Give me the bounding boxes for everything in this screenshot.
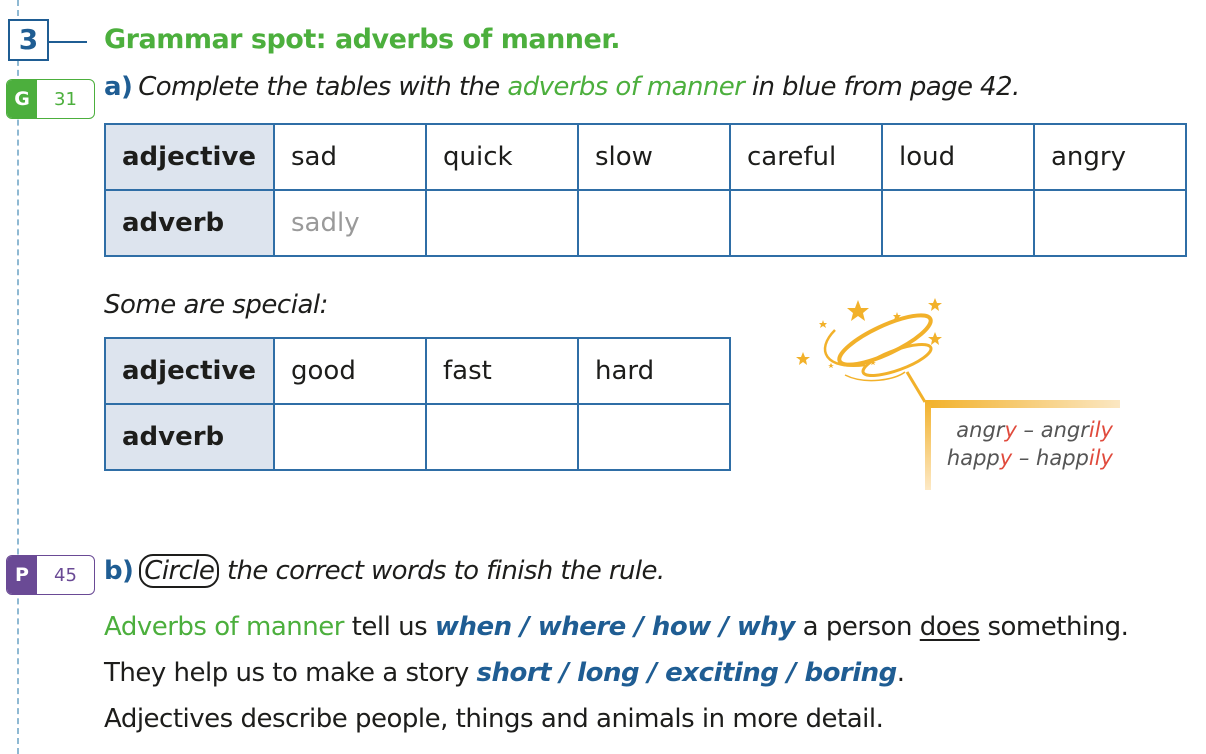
adjective-cell: loud bbox=[881, 123, 1035, 191]
spelling-rule-line: angry – angrily bbox=[935, 416, 1113, 444]
grammar-reference-badge: G 31 bbox=[6, 79, 95, 119]
table-row-adjective: adjective sad quick slow careful loud an… bbox=[104, 123, 1187, 191]
part-a-label: a) bbox=[104, 72, 133, 102]
frame-left bbox=[925, 400, 931, 490]
adjective-cell: sad bbox=[273, 123, 427, 191]
rule-ending: y bbox=[1004, 418, 1017, 442]
adverb-answer-cell[interactable] bbox=[729, 189, 883, 257]
adverb-answer-cell[interactable] bbox=[577, 189, 731, 257]
part-a-instruction: a) Complete the tables with the adverbs o… bbox=[104, 72, 1020, 102]
row-header-adjective: adjective bbox=[104, 123, 275, 191]
row-header-adjective: adjective bbox=[104, 337, 275, 405]
adjective-cell: hard bbox=[577, 337, 731, 405]
practice-badge-page: 45 bbox=[54, 564, 77, 586]
spelling-rule-line: happy – happily bbox=[935, 444, 1113, 472]
grammar-badge-letter: G bbox=[7, 80, 37, 118]
adverb-answer-cell[interactable] bbox=[1033, 189, 1187, 257]
frame-top bbox=[925, 400, 1120, 408]
rule-paragraph: Adverbs of manner tell us when / where /… bbox=[104, 604, 1194, 742]
table-row-adverb: adverb bbox=[104, 403, 731, 471]
underlined-word: does bbox=[919, 612, 980, 642]
adverb-answer-cell[interactable] bbox=[577, 403, 731, 471]
adverb-answer-cell[interactable]: sadly bbox=[273, 189, 427, 257]
choice-options-1[interactable]: when / where / how / why bbox=[435, 612, 795, 642]
part-b-label: b) bbox=[104, 556, 134, 586]
adjective-cell: quick bbox=[425, 123, 579, 191]
adjective-cell: good bbox=[273, 337, 427, 405]
rule-ending: ily bbox=[1088, 418, 1113, 442]
wand-icon bbox=[905, 371, 927, 403]
adjective-cell: fast bbox=[425, 337, 579, 405]
row-header-adverb: adverb bbox=[104, 189, 275, 257]
part-b-instruction: b) Circle the correct words to finish the… bbox=[104, 554, 665, 588]
rule-dash: – bbox=[1016, 418, 1041, 442]
instruction-text: the correct words to finish the rule. bbox=[219, 556, 665, 586]
exercise-title: Grammar spot: adverbs of manner. bbox=[104, 24, 621, 55]
adverb-table-special: adjective good fast hard adverb bbox=[104, 337, 731, 471]
paragraph-text: Adjectives describe people, things and a… bbox=[104, 704, 884, 734]
adverb-answer-cell[interactable] bbox=[881, 189, 1035, 257]
exercise-number: 3 bbox=[8, 19, 49, 61]
table-row-adverb: adverb sadly bbox=[104, 189, 1187, 257]
exercise-number-connector bbox=[49, 41, 87, 43]
rule-word: happ bbox=[946, 446, 1000, 470]
paragraph-text: a person bbox=[794, 612, 920, 642]
practice-reference-badge: P 45 bbox=[6, 555, 95, 595]
paragraph-text: tell us bbox=[343, 612, 435, 642]
rule-word: happ bbox=[1036, 446, 1089, 470]
swirl-icon bbox=[823, 313, 933, 382]
spelling-rule-box: angry – angrily happy – happily bbox=[935, 416, 1113, 472]
adverb-table-regular: adjective sad quick slow careful loud an… bbox=[104, 123, 1187, 257]
adverb-answer-cell[interactable] bbox=[425, 403, 579, 471]
adverb-answer-cell[interactable] bbox=[273, 403, 427, 471]
special-label: Some are special: bbox=[104, 290, 328, 320]
row-header-adverb: adverb bbox=[104, 403, 275, 471]
paragraph-text: . bbox=[896, 658, 905, 688]
practice-badge-letter: P bbox=[7, 556, 37, 594]
rule-word: angr bbox=[956, 418, 1005, 442]
rule-dash: – bbox=[1012, 446, 1037, 470]
instruction-text-end: in blue from page 42. bbox=[744, 72, 1020, 102]
table-row-adjective: adjective good fast hard bbox=[104, 337, 731, 405]
instruction-text: Complete the tables with the bbox=[138, 72, 508, 102]
instruction-highlight: adverbs of manner bbox=[507, 72, 745, 102]
grammar-badge-page: 31 bbox=[54, 88, 77, 110]
adjective-cell: careful bbox=[729, 123, 883, 191]
choice-options-2[interactable]: short / long / exciting / boring bbox=[476, 658, 897, 688]
adverb-answer-cell[interactable] bbox=[425, 189, 579, 257]
rule-ending: y bbox=[999, 446, 1013, 470]
adjective-cell: angry bbox=[1033, 123, 1187, 191]
rule-word: angr bbox=[1040, 418, 1089, 442]
term-highlight: Adverbs of manner bbox=[104, 612, 344, 642]
circled-word: Circle bbox=[139, 554, 220, 588]
rule-ending: ily bbox=[1088, 446, 1113, 470]
adjective-cell: slow bbox=[577, 123, 731, 191]
